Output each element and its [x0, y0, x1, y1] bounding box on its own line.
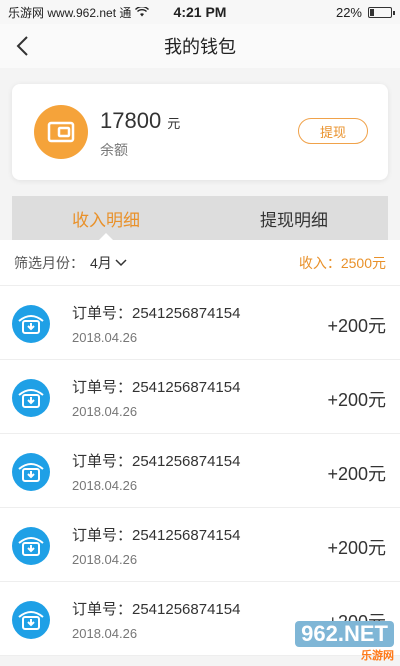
- back-button[interactable]: [12, 34, 36, 58]
- battery-percent: 22%: [335, 4, 362, 20]
- order-amount: +200元: [327, 464, 386, 484]
- tab-withdraw-details[interactable]: 提现明细: [200, 196, 388, 240]
- order-date: 2018.04.26: [72, 552, 138, 567]
- list-item[interactable]: 订单号：2541256874154 2018.04.26 +200元: [0, 434, 400, 508]
- balance-unit: 元: [167, 116, 181, 131]
- balance-amount: 17800 元: [100, 108, 180, 134]
- wallet-icon: [34, 105, 88, 159]
- order-number: 订单号：2541256874154: [72, 379, 241, 396]
- watermark-text: 962.NET: [295, 621, 394, 647]
- eye-download-icon: [12, 379, 50, 417]
- order-date: 2018.04.26: [72, 626, 138, 641]
- order-date: 2018.04.26: [72, 330, 138, 345]
- chevron-down-icon: [115, 258, 127, 266]
- status-time: 4:21 PM: [173, 4, 227, 20]
- list-item[interactable]: 订单号：2541256874154 2018.04.26 +200元: [0, 360, 400, 434]
- list-item[interactable]: 订单号：2541256874154 2018.04.26 +200元: [0, 508, 400, 582]
- carrier-text: 乐游网 www.962.net 通: [8, 5, 132, 20]
- eye-download-icon: [12, 601, 50, 639]
- page-title: 我的钱包: [164, 37, 236, 57]
- order-amount: +200元: [327, 316, 386, 336]
- filter-month-label: 筛选月份：: [14, 254, 84, 271]
- order-number: 订单号：2541256874154: [72, 305, 241, 322]
- chevron-left-icon: [16, 36, 28, 56]
- order-amount: +200元: [327, 538, 386, 558]
- order-number: 订单号：2541256874154: [72, 453, 241, 470]
- battery-fill: [370, 8, 374, 16]
- order-number: 订单号：2541256874154: [72, 527, 241, 544]
- balance-label: 余额: [100, 142, 128, 158]
- watermark-subtitle: 乐游网: [361, 650, 394, 662]
- order-number: 订单号：2541256874154: [72, 601, 241, 618]
- eye-download-icon: [12, 527, 50, 565]
- list-item[interactable]: 订单号：2541256874154 2018.04.26 +200元: [0, 286, 400, 360]
- watermark-logo: 962.NET 乐游网: [282, 621, 394, 662]
- status-bar: 乐游网 www.962.net 通 4:21 PM 22%: [0, 0, 400, 24]
- balance-value: 17800: [100, 108, 162, 133]
- filter-row: 筛选月份： 4月 收入：2500元: [0, 240, 400, 286]
- transaction-list: 订单号：2541256874154 2018.04.26 +200元 订单号：2…: [0, 286, 400, 656]
- eye-download-icon: [12, 453, 50, 491]
- income-summary: 收入：2500元: [298, 254, 386, 271]
- month-value: 4月: [90, 254, 112, 271]
- battery-icon: [368, 6, 395, 18]
- tab-bar: 收入明细 提现明细: [12, 196, 388, 240]
- order-date: 2018.04.26: [72, 478, 138, 493]
- wifi-icon: [135, 6, 150, 17]
- tab-income-details[interactable]: 收入明细: [12, 196, 200, 240]
- status-left: 乐游网 www.962.net 通: [8, 4, 150, 21]
- status-right: 22%: [335, 4, 395, 20]
- order-date: 2018.04.26: [72, 404, 138, 419]
- order-amount: +200元: [327, 390, 386, 410]
- withdraw-button[interactable]: 提现: [298, 118, 368, 144]
- eye-download-icon: [12, 305, 50, 343]
- nav-bar: 我的钱包: [0, 24, 400, 68]
- balance-card: 17800 元 余额 提现: [12, 84, 388, 180]
- month-select[interactable]: 4月: [90, 253, 127, 273]
